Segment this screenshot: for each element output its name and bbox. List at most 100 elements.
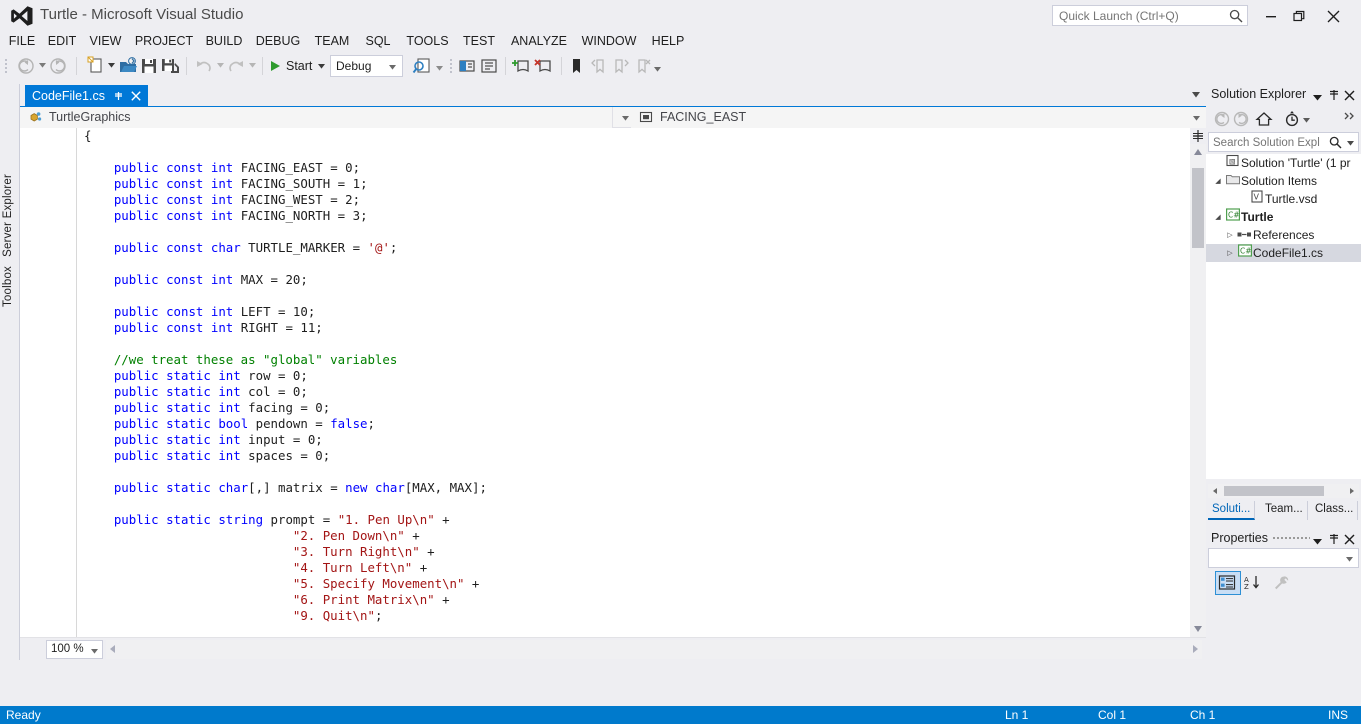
open-file-button[interactable] bbox=[118, 56, 138, 76]
zoom-level-combo[interactable]: 100 % bbox=[46, 640, 103, 659]
editor-horizontal-scrollbar[interactable] bbox=[106, 640, 1202, 659]
tree-node-turtle-vsd[interactable]: V Turtle.vsd bbox=[1206, 190, 1361, 208]
scroll-right-arrow-icon[interactable] bbox=[1188, 642, 1202, 656]
save-button[interactable] bbox=[139, 56, 159, 76]
save-all-button[interactable] bbox=[160, 56, 180, 76]
dock-tab-soluti[interactable]: Soluti... bbox=[1208, 501, 1256, 520]
previous-bookmark-button[interactable] bbox=[590, 56, 608, 76]
quick-launch-input[interactable] bbox=[1059, 6, 1221, 25]
menu-sql[interactable]: SQL bbox=[364, 31, 392, 52]
redo-dropdown-icon[interactable] bbox=[249, 63, 256, 68]
scroll-down-arrow-icon[interactable] bbox=[1190, 621, 1206, 637]
navigate-forward-button[interactable] bbox=[48, 56, 68, 76]
tree-node-solution-items[interactable]: ◢ Solution Items bbox=[1206, 172, 1361, 190]
expander-collapsed-icon[interactable]: ▷ bbox=[1224, 231, 1236, 239]
properties-pages-button[interactable] bbox=[1270, 572, 1294, 594]
toolbar-grip[interactable] bbox=[4, 58, 8, 74]
solution-explorer-tree[interactable]: ▧ Solution 'Turtle' (1 pr ◢ Solution Items V… bbox=[1206, 154, 1361, 479]
next-bookmark-button[interactable] bbox=[612, 56, 630, 76]
undo-dropdown-icon[interactable] bbox=[217, 63, 224, 68]
menu-test[interactable]: TEST bbox=[462, 31, 496, 52]
solution-configuration-combo[interactable]: Debug bbox=[330, 55, 403, 77]
expander-expanded-icon[interactable]: ◢ bbox=[1212, 213, 1224, 221]
solution-explorer-horizontal-scrollbar[interactable] bbox=[1208, 484, 1359, 498]
start-debug-button[interactable]: Start bbox=[268, 55, 326, 77]
se-home-button[interactable] bbox=[1254, 110, 1274, 128]
member-navigation-chevron-down-icon[interactable] bbox=[1193, 116, 1200, 121]
solution-explorer-close-button[interactable] bbox=[1344, 88, 1358, 102]
close-icon[interactable] bbox=[131, 91, 141, 101]
scroll-right-arrow-icon[interactable] bbox=[1346, 486, 1358, 496]
undo-button[interactable] bbox=[194, 56, 214, 76]
uncomment-selection-button[interactable] bbox=[479, 56, 499, 76]
new-project-dropdown-icon[interactable] bbox=[108, 63, 115, 68]
start-dropdown-icon[interactable] bbox=[318, 63, 326, 69]
tree-node-solution-turtle-1-pr[interactable]: ▧ Solution 'Turtle' (1 pr bbox=[1206, 154, 1361, 172]
dock-tab-team[interactable]: Team... bbox=[1261, 501, 1308, 520]
dock-tab-class[interactable]: Class... bbox=[1311, 501, 1359, 520]
properties-menu-button[interactable] bbox=[1313, 532, 1327, 546]
tree-node-codefile1-cs[interactable]: ▷ C# CodeFile1.cs bbox=[1206, 244, 1361, 262]
chevron-down-icon[interactable] bbox=[1347, 141, 1354, 146]
menu-build[interactable]: BUILD bbox=[203, 31, 245, 52]
split-editor-button[interactable] bbox=[1190, 128, 1206, 144]
quick-launch-box[interactable] bbox=[1052, 5, 1248, 26]
se-overflow-button[interactable] bbox=[1343, 108, 1357, 126]
properties-alphabetical-button[interactable]: A Z bbox=[1241, 572, 1265, 594]
maximize-button[interactable] bbox=[1285, 2, 1313, 28]
navigate-backward-button[interactable] bbox=[16, 56, 36, 76]
tree-node-references[interactable]: ▷ References bbox=[1206, 226, 1361, 244]
solution-explorer-search-box[interactable] bbox=[1208, 132, 1359, 152]
se-back-button[interactable] bbox=[1213, 110, 1231, 128]
properties-categorized-button[interactable] bbox=[1215, 571, 1241, 595]
scroll-up-arrow-icon[interactable] bbox=[1190, 144, 1206, 160]
source-code[interactable]: { public const int FACING_EAST = 0; publ… bbox=[84, 128, 487, 637]
tree-node-turtle[interactable]: ◢ C# Turtle bbox=[1206, 208, 1361, 226]
new-project-button[interactable] bbox=[84, 56, 106, 76]
redo-button[interactable] bbox=[226, 56, 246, 76]
increase-indent-button[interactable] bbox=[511, 56, 533, 76]
toolbar-overflow-icon[interactable] bbox=[654, 67, 661, 72]
solution-explorer-menu-button[interactable] bbox=[1313, 88, 1327, 102]
bookmark-button[interactable] bbox=[568, 56, 584, 76]
comment-selection-button[interactable] bbox=[457, 56, 477, 76]
member-navigation-combo[interactable]: FACING_EAST bbox=[631, 107, 1206, 128]
menu-tools[interactable]: TOOLS bbox=[405, 31, 450, 52]
se-forward-button[interactable] bbox=[1232, 110, 1250, 128]
solution-explorer-search-input[interactable] bbox=[1213, 134, 1323, 151]
menu-team[interactable]: TEAM bbox=[313, 31, 351, 52]
scrollbar-thumb[interactable] bbox=[1192, 168, 1204, 248]
find-dropdown-icon[interactable] bbox=[436, 66, 443, 71]
scrollbar-thumb[interactable] bbox=[1224, 486, 1324, 496]
solution-explorer-pin-button[interactable] bbox=[1328, 88, 1342, 102]
menu-window[interactable]: WINDOW bbox=[578, 31, 640, 52]
type-navigation-chevron-down-icon[interactable] bbox=[622, 116, 629, 121]
sidebar-tab-toolbox[interactable]: Toolbox bbox=[2, 266, 14, 307]
minimize-button[interactable] bbox=[1257, 2, 1285, 28]
properties-object-combo[interactable] bbox=[1208, 548, 1359, 568]
pin-icon[interactable] bbox=[113, 91, 124, 102]
menu-project[interactable]: PROJECT bbox=[132, 31, 196, 52]
tab-overflow-chevron-down-icon[interactable] bbox=[1192, 92, 1200, 98]
menu-analyze[interactable]: ANALYZE bbox=[507, 31, 571, 52]
menu-edit[interactable]: EDIT bbox=[45, 31, 79, 52]
expander-expanded-icon[interactable]: ◢ bbox=[1212, 177, 1224, 185]
type-navigation-combo[interactable]: TurtleGraphics bbox=[20, 107, 613, 128]
menu-debug[interactable]: DEBUG bbox=[254, 31, 302, 52]
expander-collapsed-icon[interactable]: ▷ bbox=[1224, 249, 1236, 257]
menu-help[interactable]: HELP bbox=[650, 31, 686, 52]
properties-pin-button[interactable] bbox=[1328, 532, 1342, 546]
code-text-area[interactable]: { public const int FACING_EAST = 0; publ… bbox=[20, 128, 1206, 637]
document-tab-codefile1[interactable]: CodeFile1.cs bbox=[25, 85, 148, 107]
scroll-left-arrow-icon[interactable] bbox=[106, 642, 120, 656]
properties-close-button[interactable] bbox=[1344, 532, 1358, 546]
menu-view[interactable]: VIEW bbox=[87, 31, 124, 52]
se-pending-changes-button[interactable] bbox=[1282, 110, 1302, 128]
find-in-files-button[interactable] bbox=[412, 56, 434, 76]
se-pending-changes-dropdown-icon[interactable] bbox=[1303, 118, 1310, 123]
clear-bookmarks-button[interactable] bbox=[634, 56, 652, 76]
navigate-backward-dropdown-icon[interactable] bbox=[39, 63, 46, 68]
menu-file[interactable]: FILE bbox=[5, 31, 39, 52]
editor-vertical-scrollbar[interactable] bbox=[1190, 144, 1206, 637]
close-button[interactable] bbox=[1319, 2, 1347, 28]
